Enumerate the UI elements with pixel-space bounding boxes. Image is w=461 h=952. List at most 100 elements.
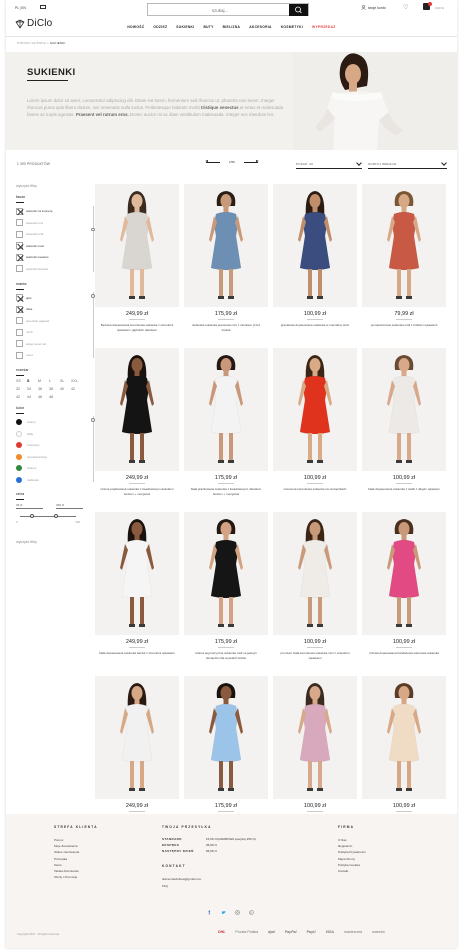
product-image[interactable] <box>273 184 357 307</box>
product-image[interactable] <box>273 512 357 635</box>
checkbox-checked[interactable] <box>16 207 23 215</box>
product-card[interactable]: 100,99 zł różowa dopasowana bandażowa wel… <box>362 512 446 676</box>
per-page-select[interactable]: POKAŻ: 20 <box>296 158 362 169</box>
product-image[interactable] <box>362 348 446 471</box>
search-input[interactable] <box>148 4 292 16</box>
product-card[interactable]: 175,99 zł niebieska sukienka jeansowa min… <box>184 184 268 348</box>
product-name[interactable]: biała dopasowana sukienka z siatki z dłu… <box>366 487 442 492</box>
color-option[interactable]: niebieski <box>16 474 94 486</box>
product-name[interactable]: czerwona koronkowa sukienka na ramiączka… <box>277 487 353 492</box>
pinterest-icon[interactable]: p <box>249 910 254 915</box>
product-name[interactable]: pomarańczowa sukienka midi z krótkimi rę… <box>366 323 442 328</box>
product-card[interactable]: 100,99 zł czerwona koronkowa sukienka na … <box>273 348 357 512</box>
nav-item-sukienki[interactable]: SUKIENKI <box>176 25 194 29</box>
nav-item-bielizna[interactable]: BIELIZNA <box>223 25 241 29</box>
checkbox[interactable] <box>16 230 23 238</box>
next-page-arrow-icon[interactable] <box>243 160 259 163</box>
product-name[interactable]: Beżowa dopasowana koronkowa sukienka z s… <box>99 323 175 333</box>
product-name[interactable]: biała prążkowana sukienka z kwadratowym … <box>188 487 264 497</box>
size-option[interactable]: L <box>49 379 60 383</box>
faq-link[interactable]: FAQ <box>162 883 256 889</box>
product-card[interactable]: 100,99 zł biała dopasowana sukienka z sia… <box>362 348 446 512</box>
price-from-input[interactable]: 33 zł <box>16 503 43 509</box>
product-image[interactable] <box>95 184 179 307</box>
product-card[interactable]: 249,99 zł czarna prążkowana sukienka z kw… <box>95 348 179 512</box>
color-option[interactable]: czerwony <box>16 439 94 451</box>
size-option[interactable]: XS <box>16 379 27 383</box>
product-card[interactable]: 175,99 zł czarna asymetryczna sukienka mi… <box>184 512 268 676</box>
product-name[interactable]: czarna asymetryczna sukienka midi na jed… <box>188 651 264 661</box>
product-image[interactable] <box>362 512 446 635</box>
filter-option[interactable]: mexx <box>16 350 94 362</box>
product-image[interactable] <box>184 512 268 635</box>
product-image[interactable] <box>95 512 179 635</box>
checkbox[interactable] <box>16 265 23 273</box>
marka-scrollbar[interactable] <box>91 292 96 359</box>
checkbox[interactable] <box>16 328 23 336</box>
checkbox-checked[interactable] <box>16 294 23 302</box>
product-image[interactable] <box>362 676 446 799</box>
size-option[interactable]: 42 <box>71 387 82 391</box>
product-image[interactable] <box>95 676 179 799</box>
range-min-handle[interactable] <box>30 513 34 518</box>
nav-item-kosmetyki[interactable]: KOSMETYKI <box>281 25 303 29</box>
color-option[interactable]: pomarańczowy <box>16 451 94 463</box>
size-option[interactable]: XL <box>60 379 71 383</box>
product-card[interactable]: 100,99 zł premium biała koronkowa sukienk… <box>273 512 357 676</box>
search-button[interactable] <box>289 4 308 16</box>
instagram-icon[interactable] <box>235 910 240 915</box>
filter-option[interactable]: sukienki midi <box>16 229 94 241</box>
product-image[interactable] <box>184 348 268 471</box>
range-max-handle[interactable] <box>54 513 58 518</box>
product-name[interactable]: biała dopasowana sukienka bardot z szero… <box>99 651 175 656</box>
filter-option[interactable]: mmb <box>16 327 94 339</box>
clear-filters-link[interactable]: wyczyść filtry <box>16 184 94 188</box>
product-card[interactable]: 249,99 zł biała dopasowana sukienka bardo… <box>95 512 179 676</box>
nav-item-odziez[interactable]: ODZIEŻ <box>153 25 167 29</box>
filter-option[interactable]: sukienki mini <box>16 217 94 229</box>
filter-option[interactable]: angel never sin <box>16 338 94 350</box>
breadcrumb-home[interactable]: STRONA GŁÓWNA <box>17 41 46 45</box>
product-name[interactable]: różowa dopasowana bandażowa welurowa suk… <box>366 651 442 656</box>
filter-option[interactable]: sukienki maxi <box>16 240 94 252</box>
price-to-input[interactable]: 326 zł <box>56 503 83 509</box>
language-switch[interactable]: PL | EN <box>15 6 26 10</box>
filter-option[interactable]: sukienki weselne <box>16 252 94 264</box>
size-option[interactable]: 38 <box>49 387 60 391</box>
checkbox-checked[interactable] <box>16 305 23 313</box>
size-option[interactable]: 46 <box>38 395 49 399</box>
product-card[interactable]: 79,99 zł pomarańczowa sukienka midi z kró… <box>362 184 446 348</box>
checkbox[interactable] <box>16 219 23 227</box>
sort-select[interactable]: SORTUJ WEDŁUG <box>368 158 447 169</box>
footer-link[interactable]: Oferty I Promocje <box>54 874 98 880</box>
checkbox[interactable] <box>16 351 23 359</box>
filter-option[interactable]: ollea <box>16 304 94 316</box>
clear-filters-link[interactable]: wyczyść filtry <box>16 540 94 544</box>
filter-option[interactable]: sukienki biurowe <box>16 263 94 275</box>
size-option[interactable]: 44 <box>27 395 38 399</box>
size-option[interactable]: XXL <box>71 379 82 383</box>
checkbox[interactable] <box>16 340 23 348</box>
product-name[interactable]: premium biała koronkowa sukienka mini z … <box>277 651 353 661</box>
product-image[interactable] <box>273 348 357 471</box>
filter-option[interactable]: american apparel <box>16 315 94 327</box>
color-scrollbar[interactable] <box>91 416 96 483</box>
nav-item-akcesoria[interactable]: AKCESORIA <box>249 25 271 29</box>
wishlist-heart-icon[interactable]: ♡ <box>403 4 408 11</box>
product-name[interactable]: czarna prążkowana sukienka z kwadratowym… <box>99 487 175 497</box>
size-option[interactable]: 40 <box>60 387 71 391</box>
product-card[interactable]: 249,99 zł Beżowa dopasowana koronkowa suk… <box>95 184 179 348</box>
product-card[interactable]: 175,99 zł biała prążkowana sukienka z kwa… <box>184 348 268 512</box>
footer-link[interactable]: Polityka Prywatności <box>338 849 366 855</box>
color-option[interactable]: zielony <box>16 462 94 474</box>
product-image[interactable] <box>184 184 268 307</box>
checkbox-checked[interactable] <box>16 253 23 261</box>
filter-option[interactable]: apis <box>16 292 94 304</box>
size-option[interactable]: 36 <box>38 387 49 391</box>
size-option[interactable]: 42 <box>16 395 27 399</box>
size-option[interactable]: 48 <box>49 395 60 399</box>
product-image[interactable] <box>95 348 179 471</box>
footer-link[interactable]: Kontakt <box>338 868 366 874</box>
nav-item-wyprzedaz[interactable]: WYPRZEDAŻ <box>312 25 336 29</box>
fason-scrollbar[interactable] <box>91 205 96 272</box>
